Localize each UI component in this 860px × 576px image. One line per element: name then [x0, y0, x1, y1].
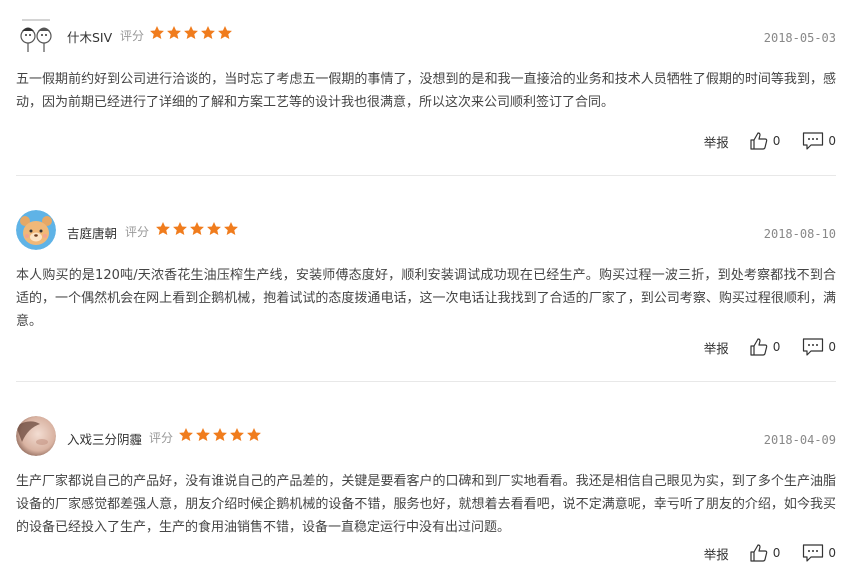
- review-content: 五一假期前约好到公司进行洽谈的，当时忘了考虑五一假期的事情了，没想到的是和我一直…: [16, 72, 836, 110]
- comment-button[interactable]: 0: [802, 131, 836, 151]
- avatar[interactable]: [16, 416, 56, 456]
- username: 入戏三分阴霾: [67, 432, 143, 447]
- divider: [16, 175, 836, 176]
- review-date: 2018-08-10: [763, 227, 836, 241]
- like-count: 0: [772, 134, 781, 148]
- review-item: 吉庭唐朝 评分 2018-08-10 本人购买的是120吨/天浓香花生油压榨生产…: [16, 196, 836, 382]
- review-date: 2018-04-09: [763, 433, 836, 447]
- star-icon: [179, 428, 193, 441]
- photo-avatar-icon: [16, 416, 56, 456]
- comment-count: 0: [828, 546, 836, 560]
- cartoon-couple-avatar-icon: [16, 14, 56, 54]
- star-icon: [213, 428, 227, 441]
- score-label: 评分: [149, 431, 174, 445]
- review-actions: 举报 0 0: [704, 543, 836, 563]
- like-count: 0: [772, 340, 781, 354]
- review-header: 入戏三分阴霾 评分 2018-04-09: [16, 402, 836, 474]
- report-link[interactable]: 举报: [704, 338, 729, 357]
- report-link[interactable]: 举报: [704, 132, 729, 151]
- avatar[interactable]: [16, 14, 56, 54]
- thumbs-up-icon: [750, 338, 767, 356]
- star-icon: [150, 26, 164, 39]
- comment-icon: [803, 338, 824, 356]
- review-actions: 举报 0 0: [704, 337, 836, 357]
- avatar[interactable]: [16, 210, 56, 250]
- username: 什木SIV: [67, 30, 113, 45]
- star-icon: [184, 26, 198, 39]
- score-label: 评分: [125, 225, 150, 239]
- star-icon: [196, 428, 210, 441]
- thumbs-up-icon: [750, 132, 767, 150]
- star-icon: [190, 222, 204, 235]
- like-button[interactable]: 0: [749, 131, 781, 151]
- comment-icon: [803, 132, 824, 150]
- star-icon: [207, 222, 221, 235]
- comment-icon: [803, 544, 824, 562]
- review-header: 什木SIV 评分 2018-05-03: [16, 0, 836, 72]
- review-item: 什木SIV 评分 2018-05-03 五一假期前约好到公司进行洽谈的，当时忘了…: [16, 0, 836, 176]
- review-actions: 举报 0 0: [704, 131, 836, 151]
- rating-stars: [178, 427, 262, 443]
- review-date: 2018-05-03: [763, 31, 836, 45]
- score-label: 评分: [120, 29, 145, 43]
- star-icon: [224, 222, 238, 235]
- review-item: 入戏三分阴霾 评分 2018-04-09 生产厂家都说自己的产品好，没有谁说自己…: [16, 402, 836, 562]
- star-icon: [218, 26, 232, 39]
- rating-stars: [155, 221, 239, 237]
- comment-button[interactable]: 0: [802, 337, 836, 357]
- review-content: 生产厂家都说自己的产品好，没有谁说自己的产品差的，关键是要看客户的口碑和到厂实地…: [16, 474, 836, 535]
- rating-stars: [149, 25, 233, 41]
- review-header: 吉庭唐朝 评分 2018-08-10: [16, 196, 836, 268]
- bear-avatar-icon: [16, 210, 56, 250]
- star-icon: [201, 26, 215, 39]
- star-icon: [167, 26, 181, 39]
- like-button[interactable]: 0: [749, 543, 781, 563]
- star-icon: [156, 222, 170, 235]
- star-icon: [230, 428, 244, 441]
- username: 吉庭唐朝: [67, 226, 118, 241]
- like-button[interactable]: 0: [749, 337, 781, 357]
- comment-count: 0: [828, 134, 836, 148]
- like-count: 0: [772, 546, 781, 560]
- comment-button[interactable]: 0: [802, 543, 836, 563]
- review-content: 本人购买的是120吨/天浓香花生油压榨生产线，安装师傅态度好，顺利安装调试成功现…: [16, 268, 836, 329]
- star-icon: [247, 428, 261, 441]
- report-link[interactable]: 举报: [704, 544, 729, 563]
- thumbs-up-icon: [750, 544, 767, 562]
- divider: [16, 381, 836, 382]
- comment-count: 0: [828, 340, 836, 354]
- star-icon: [173, 222, 187, 235]
